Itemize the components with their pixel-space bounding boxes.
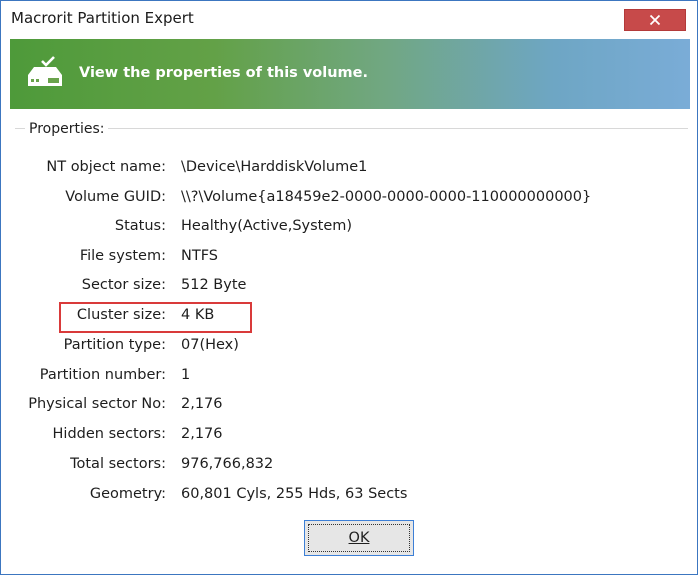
property-row-file-system: File system: NTFS <box>1 242 698 272</box>
property-label: NT object name: <box>46 159 166 175</box>
property-row-hidden-sectors: Hidden sectors: 2,176 <box>1 420 698 450</box>
property-label: File system: <box>79 247 166 264</box>
properties-group-divider <box>15 128 688 129</box>
property-value: \Device\HarddiskVolume1 <box>181 159 368 175</box>
cluster-size-highlight-box <box>59 302 252 333</box>
property-row-volume-guid: Volume GUID: \\?\Volume{a18459e2-0000-00… <box>1 183 698 213</box>
property-value: \\?\Volume{a18459e2-0000-0000-0000-11000… <box>181 188 592 205</box>
banner-title: View the properties of this volume. <box>79 65 369 81</box>
property-label: Sector size: <box>81 277 166 293</box>
property-row-nt-object-name: NT object name: \Device\HarddiskVolume1 <box>1 153 698 183</box>
close-button[interactable] <box>624 9 686 31</box>
property-row-geometry: Geometry: 60,801 Cyls, 255 Hds, 63 Sects <box>1 480 698 510</box>
property-value: 976,766,832 <box>181 456 274 472</box>
property-label: Status: <box>114 218 166 234</box>
property-value: 1 <box>181 367 191 383</box>
property-value: 2,176 <box>181 396 223 412</box>
property-value: 07(Hex) <box>181 337 239 353</box>
property-row-total-sectors: Total sectors: 976,766,832 <box>1 450 698 480</box>
ok-button[interactable]: OK <box>304 520 414 556</box>
window-title: Macrorit Partition Expert <box>11 9 194 27</box>
property-value: Healthy(Active,System) <box>181 218 353 234</box>
property-value: NTFS <box>181 247 218 264</box>
header-banner: View the properties of this volume. <box>10 39 690 109</box>
property-label: Physical sector No: <box>28 396 166 412</box>
properties-dialog: Macrorit Partition Expert View the prope… <box>0 0 698 575</box>
property-label: Total sectors: <box>70 456 166 472</box>
property-value: 512 Byte <box>181 277 247 293</box>
property-row-partition-type: Partition type: 07(Hex) <box>1 331 698 361</box>
property-label: Hidden sectors: <box>52 426 166 442</box>
ok-button-label: OK <box>308 524 410 552</box>
property-row-partition-number: Partition number: 1 <box>1 361 698 391</box>
title-bar[interactable]: Macrorit Partition Expert <box>1 1 697 39</box>
property-label: Geometry: <box>89 486 166 502</box>
properties-group-label: Properties: <box>25 121 109 137</box>
property-row-status: Status: Healthy(Active,System) <box>1 212 698 242</box>
property-row-sector-size: Sector size: 512 Byte <box>1 271 698 301</box>
close-icon <box>649 14 661 26</box>
property-value: 60,801 Cyls, 255 Hds, 63 Sects <box>181 486 408 502</box>
property-row-physical-sector: Physical sector No: 2,176 <box>1 390 698 420</box>
property-value: 2,176 <box>181 426 223 442</box>
property-label: Partition number: <box>39 367 166 383</box>
property-label: Partition type: <box>63 337 166 353</box>
property-label: Volume GUID: <box>65 188 166 205</box>
hard-drive-check-icon <box>28 56 62 86</box>
